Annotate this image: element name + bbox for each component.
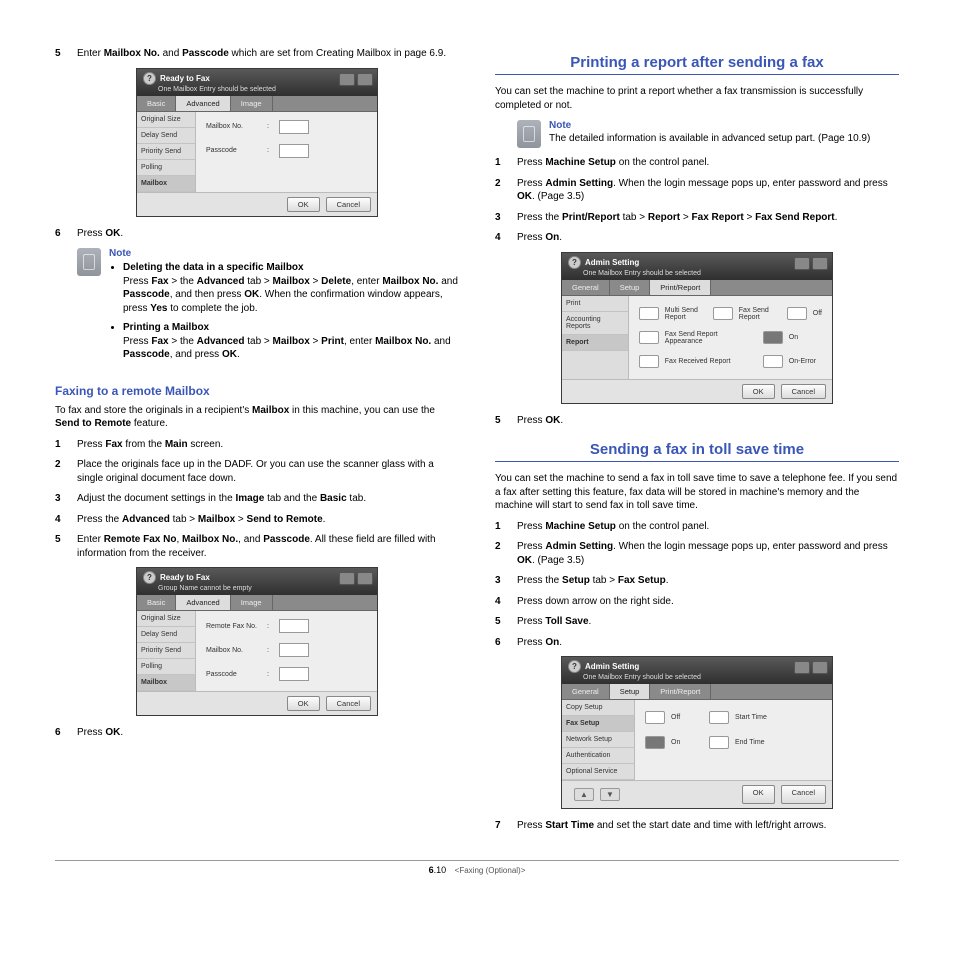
ok-button[interactable]: OK <box>287 696 320 711</box>
steps-mailbox-continued: Enter Mailbox No. and Passcode which are… <box>55 47 459 61</box>
help-icon: ? <box>143 571 156 584</box>
ok-button[interactable]: OK <box>742 384 775 399</box>
step-6b-wrap: Press OK. <box>55 726 459 740</box>
rstep-1: Press Fax from the Main screen. <box>55 438 459 452</box>
ui-toll-save-dialog: ?Admin Setting One Mailbox Entry should … <box>561 656 833 809</box>
passcode-input[interactable] <box>279 667 309 681</box>
tab-image[interactable]: Image <box>231 595 273 610</box>
tab-basic[interactable]: Basic <box>137 595 176 610</box>
help-icon: ? <box>143 72 156 85</box>
ui-print-report-dialog: ?Admin Setting One Mailbox Entry should … <box>561 252 833 404</box>
side-priority-send[interactable]: Priority Send <box>137 144 195 160</box>
arrow-up-icon[interactable]: ▲ <box>574 788 594 801</box>
para-toll-save: You can set the machine to send a fax in… <box>495 472 899 513</box>
cancel-button[interactable]: Cancel <box>781 384 826 399</box>
dialog-title: Ready to Fax <box>160 74 210 83</box>
step-5: Enter Mailbox No. and Passcode which are… <box>55 47 459 61</box>
mailbox-no-input[interactable] <box>279 120 309 134</box>
cancel-button[interactable]: Cancel <box>781 785 826 804</box>
dialog-subtitle: One Mailbox Entry should be selected <box>158 86 371 93</box>
steps-toll-save: Press Machine Setup on the control panel… <box>495 520 899 650</box>
step-6b: Press OK. <box>55 726 459 740</box>
sub-faxing-remote: Faxing to a remote Mailbox <box>55 384 459 398</box>
left-column: Enter Mailbox No. and Passcode which are… <box>55 40 459 840</box>
ok-button[interactable]: OK <box>742 785 775 804</box>
help-icon: ? <box>568 256 581 269</box>
steps-remote: Press Fax from the Main screen. Place th… <box>55 438 459 561</box>
note-bullet-print: Printing a Mailbox Press Fax > the Advan… <box>123 321 459 362</box>
side-mailbox[interactable]: Mailbox <box>137 176 195 192</box>
rstep-2: Place the originals face up in the DADF.… <box>55 458 459 485</box>
note-icon <box>517 120 541 148</box>
dialog-subtitle: Group Name cannot be empty <box>158 585 371 592</box>
note-advanced-setup: Note The detailed information is availab… <box>517 120 899 148</box>
steps-print-report: Press Machine Setup on the control panel… <box>495 156 899 245</box>
side-delay-send[interactable]: Delay Send <box>137 128 195 144</box>
step-6: Press OK. <box>55 227 459 241</box>
tab-general[interactable]: General <box>562 280 610 295</box>
para-remote-intro: To fax and store the originals in a reci… <box>55 404 459 431</box>
right-column: Printing a report after sending a fax Yo… <box>495 40 899 840</box>
rstep-3: Adjust the document settings in the Imag… <box>55 492 459 506</box>
cancel-button[interactable]: Cancel <box>326 696 371 711</box>
passcode-input[interactable] <box>279 144 309 158</box>
tab-print-report[interactable]: Print/Report <box>650 280 711 295</box>
heading-toll-save: Sending a fax in toll save time <box>495 441 899 462</box>
passcode-label: Passcode <box>206 147 261 154</box>
note-icon <box>77 248 101 276</box>
ok-button[interactable]: OK <box>287 197 320 212</box>
header-btn-2[interactable] <box>357 73 373 86</box>
tab-setup[interactable]: Setup <box>610 280 651 295</box>
cancel-button[interactable]: Cancel <box>326 197 371 212</box>
remote-fax-input[interactable] <box>279 619 309 633</box>
side-original-size[interactable]: Original Size <box>137 112 195 128</box>
tab-advanced[interactable]: Advanced <box>176 96 230 111</box>
note-bullet-delete: Deleting the data in a specific Mailbox … <box>123 261 459 315</box>
tab-basic[interactable]: Basic <box>137 96 176 111</box>
para-print-report: You can set the machine to print a repor… <box>495 85 899 112</box>
arrow-down-icon[interactable]: ▼ <box>600 788 620 801</box>
side-polling[interactable]: Polling <box>137 160 195 176</box>
two-column-layout: Enter Mailbox No. and Passcode which are… <box>55 40 899 840</box>
heading-print-report: Printing a report after sending a fax <box>495 54 899 75</box>
rstep-4: Press the Advanced tab > Mailbox > Send … <box>55 513 459 527</box>
header-btn-1[interactable] <box>339 73 355 86</box>
dialog-title: Ready to Fax <box>160 573 210 582</box>
rstep-5: Enter Remote Fax No, Mailbox No., and Pa… <box>55 533 459 560</box>
step-7: Press Start Time and set the start date … <box>495 819 899 833</box>
ui-mailbox-dialog: ? Ready to Fax One Mailbox Entry should … <box>136 68 378 217</box>
step-5-ok: Press OK. <box>495 414 899 428</box>
mailbox-no-label: Mailbox No. <box>206 123 261 130</box>
mailbox-no-input[interactable] <box>279 643 309 657</box>
note-delete-print: Note Deleting the data in a specific Mai… <box>77 248 459 368</box>
side-list: Original Size Delay Send Priority Send P… <box>137 112 196 192</box>
tabs: Basic Advanced Image <box>137 96 377 112</box>
page-footer: 6.10 <Faxing (Optional)> <box>55 860 899 875</box>
note-label: Note <box>109 248 459 259</box>
ui-remote-dialog: ? Ready to Fax Group Name cannot be empty… <box>136 567 378 716</box>
help-icon: ? <box>568 660 581 673</box>
tab-advanced[interactable]: Advanced <box>176 595 230 610</box>
step-6-wrap: Press OK. <box>55 227 459 241</box>
tab-image[interactable]: Image <box>231 96 273 111</box>
